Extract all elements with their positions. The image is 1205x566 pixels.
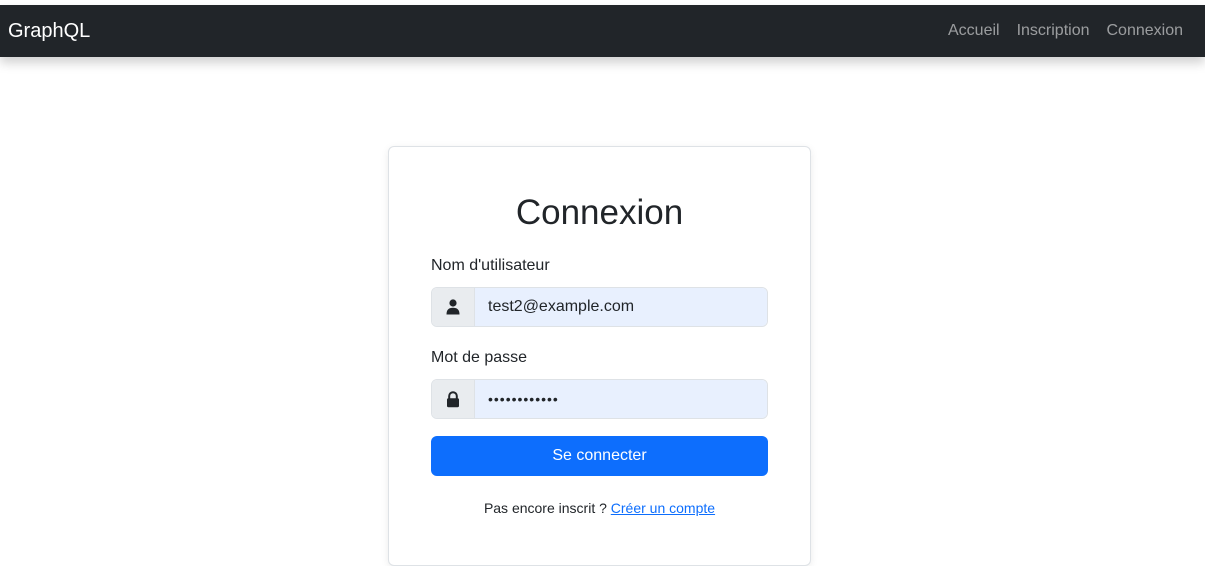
nav-link-inscription[interactable]: Inscription [1017,22,1090,40]
login-card: Connexion Nom d'utilisateur Mot de passe… [388,146,811,566]
signup-prompt: Pas encore inscrit ? Créer un compte [431,500,768,516]
username-label: Nom d'utilisateur [431,257,550,274]
signup-prompt-text: Pas encore inscrit ? [483,500,607,516]
login-button[interactable]: Se connecter [431,436,768,476]
lock-icon [432,380,475,418]
username-input-group [431,287,768,327]
nav-link-connexion[interactable]: Connexion [1107,22,1184,40]
nav-link-accueil[interactable]: Accueil [948,22,1000,40]
password-input-group [431,379,768,419]
login-title: Connexion [515,193,684,232]
navbar: GraphQL Accueil Inscription Connexion [0,5,1205,57]
user-icon [432,288,475,326]
navbar-brand[interactable]: GraphQL [8,20,90,43]
nav-links: Accueil Inscription Connexion [948,22,1183,40]
password-label: Mot de passe [431,349,528,366]
create-account-link[interactable]: Créer un compte [611,500,715,516]
username-input[interactable] [475,288,767,326]
password-input[interactable] [475,380,767,418]
